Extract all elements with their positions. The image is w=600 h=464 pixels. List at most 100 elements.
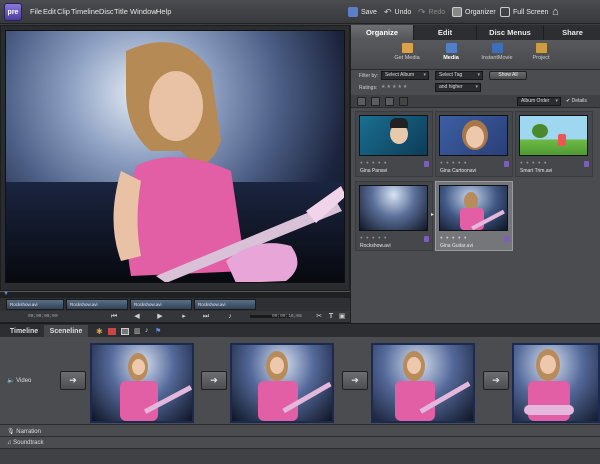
album-select[interactable]: Select Album [381, 71, 429, 80]
clip-badge-icon [504, 161, 509, 167]
clip-rockshow-1[interactable]: Rockshow.avi [6, 299, 64, 310]
rating-stars[interactable]: ● ● ● ● ● [440, 235, 468, 240]
media-grid: ● ● ● ● ● Gina Panavi ● ● ● ● ● Gina Car… [355, 111, 597, 321]
check-icon: ✔ [566, 98, 571, 104]
tab-organize[interactable]: Organize [351, 25, 414, 40]
video-track: 🔈 Video ➔ ➔ ➔ ➔ [0, 337, 600, 425]
view-icon-1[interactable] [357, 97, 366, 106]
organizer-icon [452, 7, 462, 17]
clip-rockshow-4[interactable]: Rockshow.avi [194, 299, 256, 310]
redo-button[interactable]: ↷ Redo [418, 6, 445, 18]
menu-bar: pre File Edit Clip Timeline Disc Title W… [0, 0, 600, 24]
clip-rockshow-3[interactable]: Rockshow.avi [130, 299, 192, 310]
rating-stars-filter[interactable]: ★★★★★ [381, 84, 408, 90]
media-item[interactable]: ● ● ● ● ● Smart Trim.avi [515, 111, 593, 177]
main-tabs: Organize Edit Disc Menus Share [351, 25, 600, 40]
menu-file[interactable]: File [30, 7, 42, 16]
media-name: Gina Guitar.avi [440, 243, 474, 249]
transport-controls: 00;00;00;00 ⏮ ◀ ▶ ▸ ⏭ ♪ 00;00;16;00 ✂ T … [0, 311, 350, 323]
smart-fix-icon[interactable]: ✱ [96, 327, 103, 336]
menu-edit[interactable]: Edit [43, 7, 56, 16]
record-narration-icon[interactable] [108, 328, 116, 335]
app-logo: pre [4, 3, 22, 21]
rating-stars[interactable]: ● ● ● ● ● [360, 160, 388, 165]
scene-clip[interactable] [90, 343, 194, 423]
ratings-select[interactable]: and higher [435, 83, 481, 92]
media-view-toolbar: Album Order ✔ Details [351, 95, 600, 108]
menu-clip[interactable]: Clip [57, 7, 70, 16]
home-button[interactable]: ⌂ [552, 6, 559, 18]
undo-button[interactable]: ↶ Undo [384, 6, 411, 18]
transition-slot[interactable]: ➔ [60, 371, 86, 390]
duration-timecode: 00;00;16;00 [272, 314, 302, 319]
go-to-end-icon[interactable]: ⏭ [202, 313, 210, 321]
title-icon[interactable]: T [327, 313, 335, 321]
go-to-start-icon[interactable]: ⏮ [110, 313, 118, 321]
soundtrack-track: ♫ Soundtrack [0, 437, 600, 449]
music-note-icon: ♫ [7, 440, 12, 446]
ratings-label: Ratings: [359, 85, 378, 91]
transition-slot[interactable]: ➔ [201, 371, 227, 390]
details-checkbox[interactable]: ✔ Details [566, 98, 587, 104]
rating-stars[interactable]: ● ● ● ● ● [440, 160, 468, 165]
rating-stars[interactable]: ● ● ● ● ● [520, 160, 548, 165]
tab-share[interactable]: Share [544, 25, 600, 40]
project-icon [535, 43, 547, 53]
save-button[interactable]: Save [348, 6, 377, 18]
tab-disc-menus[interactable]: Disc Menus [477, 25, 544, 40]
media-item[interactable]: ● ● ● ● ● Rockshow.avi [355, 181, 433, 251]
media-item-selected[interactable]: ● ● ● ● ● Gina Guitar.avi [435, 181, 513, 251]
tab-media[interactable]: Media [431, 43, 471, 61]
home-icon: ⌂ [552, 6, 559, 18]
tab-instantmovie[interactable]: InstantMovie [477, 43, 517, 61]
save-icon [348, 7, 358, 17]
scrub-bar[interactable]: ▼ [0, 291, 350, 298]
view-icon-4[interactable] [399, 97, 408, 106]
organizer-button[interactable]: Organizer [452, 6, 496, 18]
scene-clip[interactable] [371, 343, 475, 423]
view-icon-2[interactable] [371, 97, 380, 106]
undo-icon: ↶ [384, 6, 392, 17]
tab-get-media[interactable]: Get Media [387, 43, 427, 61]
filter-by-label: Filter by: [359, 73, 379, 79]
organize-sub-tabs: Get Media Media InstantMovie Project [351, 40, 600, 70]
menu-help[interactable]: Help [156, 7, 171, 16]
transition-slot[interactable]: ➔ [483, 371, 509, 390]
play-icon[interactable]: ▶ [156, 313, 164, 321]
tab-project[interactable]: Project [521, 43, 561, 61]
clip-rockshow-2[interactable]: Rockshow.avi [66, 299, 128, 310]
full-screen-button[interactable]: Full Screen [500, 6, 548, 18]
clip-badge-icon [504, 236, 509, 242]
media-item[interactable]: ● ● ● ● ● Gina Cartoonavi [435, 111, 513, 177]
monitor-panel [0, 25, 350, 291]
sort-select[interactable]: Album Order [517, 97, 561, 106]
tab-edit[interactable]: Edit [414, 25, 477, 40]
music-icon[interactable]: ♪ [145, 327, 149, 334]
step-back-icon[interactable]: ◀ [133, 313, 141, 321]
tag-select[interactable]: Select Tag [435, 71, 483, 80]
show-all-button[interactable]: Show All [489, 71, 527, 80]
split-clip-icon[interactable]: ✂ [315, 313, 323, 321]
step-forward-icon[interactable]: ▸ [180, 313, 188, 321]
transition-slot[interactable]: ➔ [342, 371, 368, 390]
scene-clip[interactable] [230, 343, 334, 423]
rating-stars[interactable]: ● ● ● ● ● [360, 235, 388, 240]
menu-disc[interactable]: Disc [99, 7, 114, 16]
volume-icon[interactable]: ♪ [226, 313, 234, 321]
scene-clip[interactable] [512, 343, 600, 423]
playhead-icon[interactable]: ▼ [3, 291, 9, 297]
current-timecode: 00;00;00;00 [28, 314, 58, 319]
menu-title[interactable]: Title [114, 7, 128, 16]
marker-icon[interactable]: ⚑ [155, 327, 161, 335]
audio-mixer-icon[interactable]: ▥ [134, 327, 141, 335]
media-item[interactable]: ● ● ● ● ● Gina Panavi [355, 111, 433, 177]
view-icon-3[interactable] [385, 97, 394, 106]
redo-icon: ↷ [418, 6, 426, 17]
freeze-frame-icon[interactable]: ▣ [338, 313, 346, 321]
monitor-clip-strip: Rockshow.avi Rockshow.avi Rockshow.avi R… [0, 298, 350, 311]
video-preview[interactable] [5, 30, 345, 283]
menu-timeline[interactable]: Timeline [71, 7, 99, 16]
properties-icon[interactable] [121, 328, 129, 335]
menu-window[interactable]: Window [130, 7, 157, 16]
thumbnail [439, 185, 508, 231]
